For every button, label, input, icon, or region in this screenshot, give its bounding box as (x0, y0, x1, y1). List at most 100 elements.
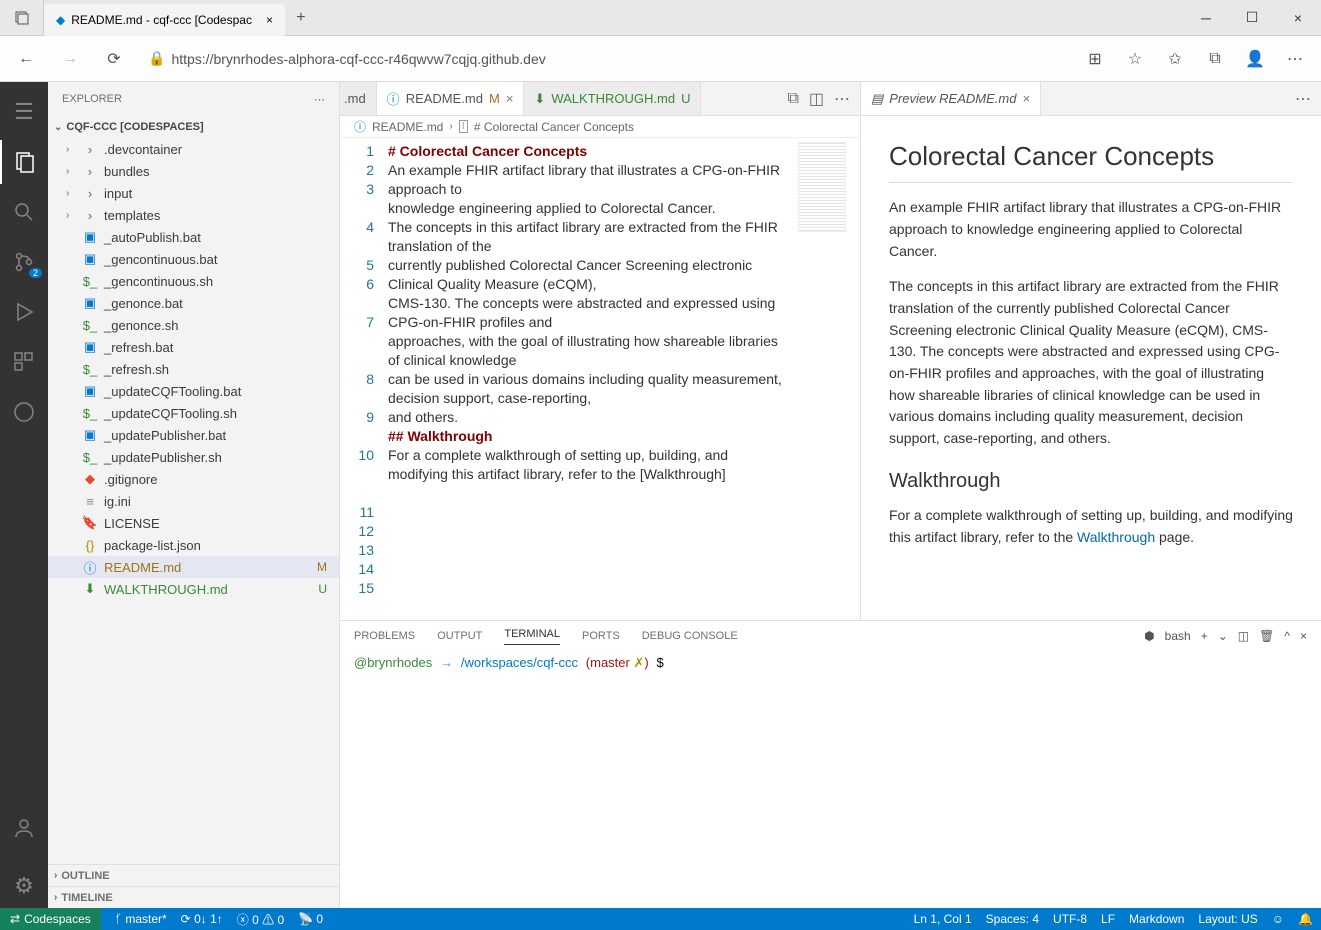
extensions-icon[interactable]: ⊞ (1077, 41, 1113, 77)
close-tab-button[interactable]: × (266, 13, 273, 27)
code-content[interactable]: # Colorectal Cancer ConceptsAn example F… (388, 138, 860, 620)
open-preview-icon[interactable]: ⧉ (787, 90, 798, 108)
close-icon[interactable]: × (1022, 91, 1030, 106)
cursor-position[interactable]: Ln 1, Col 1 (914, 912, 972, 926)
maximize-panel-icon[interactable]: ^ (1284, 629, 1290, 643)
file-bundles[interactable]: ››bundles (48, 160, 339, 182)
file-README.md[interactable]: ⓘREADME.mdM (48, 556, 339, 578)
kill-terminal-icon[interactable]: 🗑 (1259, 629, 1274, 643)
tab-actions-button[interactable] (0, 0, 44, 36)
back-button[interactable]: ← (8, 41, 44, 77)
markdown-preview[interactable]: Colorectal Cancer Concepts An example FH… (861, 116, 1321, 620)
encoding-status[interactable]: UTF-8 (1053, 912, 1087, 926)
menu-icon[interactable]: ☰ (0, 90, 48, 134)
menu-icon[interactable]: ⋯ (1277, 41, 1313, 77)
explorer-icon[interactable] (0, 140, 48, 184)
settings-gear-icon[interactable]: ⚙ (0, 864, 48, 908)
minimize-button[interactable]: ─ (1183, 0, 1229, 36)
walkthrough-link[interactable]: Walkthrough (1077, 529, 1155, 545)
explorer-more-icon[interactable]: ⋯ (314, 93, 325, 106)
file-package-list.json[interactable]: {}package-list.json (48, 534, 339, 556)
text-editor[interactable]: 123456789101112131415 # Colorectal Cance… (340, 138, 860, 620)
editor-group-1: .md ⓘ README.md M × ⬇ WALKTHROUGH.md U (340, 82, 861, 620)
file-_gencontinuous.bat[interactable]: ▣_gencontinuous.bat (48, 248, 339, 270)
browser-tab[interactable]: ◆ README.md - cqf-ccc [Codespac × (44, 4, 285, 36)
tab-hidden[interactable]: .md (340, 82, 377, 115)
tab-preview[interactable]: ▤ Preview README.md × (861, 82, 1041, 115)
file-_refresh.bat[interactable]: ▣_refresh.bat (48, 336, 339, 358)
file-_updatePublisher.sh[interactable]: $__updatePublisher.sh (48, 446, 339, 468)
workspace-name: CQF-CCC [CODESPACES] (66, 121, 203, 133)
address-bar[interactable]: 🔒 https://brynrhodes-alphora-cqf-ccc-r46… (140, 43, 1069, 75)
file-_genonce.bat[interactable]: ▣_genonce.bat (48, 292, 339, 314)
file-templates[interactable]: ››templates (48, 204, 339, 226)
extensions-icon[interactable] (0, 340, 48, 384)
profile-icon[interactable]: 👤 (1237, 41, 1273, 77)
ports-status[interactable]: 📡 0 (298, 912, 323, 926)
source-control-icon[interactable]: 2 (0, 240, 48, 284)
search-icon[interactable] (0, 190, 48, 234)
file-_updatePublisher.bat[interactable]: ▣_updatePublisher.bat (48, 424, 339, 446)
file-.devcontainer[interactable]: ››.devcontainer (48, 138, 339, 160)
browser-toolbar: ← → ⟳ 🔒 https://brynrhodes-alphora-cqf-c… (0, 36, 1321, 82)
new-tab-button[interactable]: + (285, 9, 317, 27)
eol-status[interactable]: LF (1101, 912, 1115, 926)
accounts-icon[interactable] (0, 806, 48, 850)
favorite-icon[interactable]: ☆ (1117, 41, 1153, 77)
refresh-button[interactable]: ⟳ (96, 41, 132, 77)
file-WALKTHROUGH.md[interactable]: ⬇WALKTHROUGH.mdU (48, 578, 339, 600)
run-debug-icon[interactable] (0, 290, 48, 334)
file-_updateCQFTooling.bat[interactable]: ▣_updateCQFTooling.bat (48, 380, 339, 402)
editor-tabs: .md ⓘ README.md M × ⬇ WALKTHROUGH.md U (340, 82, 860, 116)
file-_autoPublish.bat[interactable]: ▣_autoPublish.bat (48, 226, 339, 248)
file-_updateCQFTooling.sh[interactable]: $__updateCQFTooling.sh (48, 402, 339, 424)
file-input[interactable]: ››input (48, 182, 339, 204)
indentation-status[interactable]: Spaces: 4 (986, 912, 1039, 926)
github-icon[interactable] (0, 390, 48, 434)
workspace-header[interactable]: ⌄ CQF-CCC [CODESPACES] (48, 116, 339, 138)
maximize-button[interactable]: ☐ (1229, 0, 1275, 36)
panel-tab-output[interactable]: OUTPUT (437, 630, 482, 642)
panel-tab-debugconsole[interactable]: DEBUG CONSOLE (642, 630, 738, 642)
panel-tab-terminal[interactable]: TERMINAL (504, 628, 560, 645)
more-icon[interactable]: ⋯ (1295, 89, 1311, 109)
minimap[interactable] (798, 142, 846, 232)
file-_gencontinuous.sh[interactable]: $__gencontinuous.sh (48, 270, 339, 292)
favorites-bar-icon[interactable]: ✩ (1157, 41, 1193, 77)
layout-status[interactable]: Layout: US (1198, 912, 1257, 926)
terminal-body[interactable]: @brynrhodes → /workspaces/cqf-ccc (maste… (340, 651, 1321, 908)
notifications-icon[interactable]: 🔔 (1298, 912, 1313, 926)
chevron-right-icon: › (54, 892, 57, 903)
close-panel-icon[interactable]: × (1300, 629, 1307, 643)
forward-button[interactable]: → (52, 41, 88, 77)
explorer-title: EXPLORER (62, 93, 122, 105)
split-editor-icon[interactable]: ◫ (809, 89, 824, 109)
terminal-dropdown-icon[interactable]: ⌄ (1218, 629, 1228, 643)
breadcrumb[interactable]: ⓘ README.md › ⁝ # Colorectal Cancer Conc… (340, 116, 860, 138)
preview-icon: ▤ (871, 91, 883, 107)
remote-indicator[interactable]: ⇄ Codespaces (0, 908, 101, 930)
close-window-button[interactable]: × (1275, 0, 1321, 36)
collections-icon[interactable]: ⧉ (1197, 41, 1233, 77)
timeline-section[interactable]: › TIMELINE (48, 886, 339, 908)
file-.gitignore[interactable]: ◆.gitignore (48, 468, 339, 490)
panel-tab-problems[interactable]: PROBLEMS (354, 630, 415, 642)
file-LICENSE[interactable]: 🔖LICENSE (48, 512, 339, 534)
sync-status[interactable]: ⟳ 0↓ 1↑ (181, 912, 223, 926)
branch-status[interactable]: ᚶ master* (115, 912, 167, 926)
file-_genonce.sh[interactable]: $__genonce.sh (48, 314, 339, 336)
tab-readme[interactable]: ⓘ README.md M × (377, 82, 525, 115)
terminal-shell-name[interactable]: bash (1165, 629, 1191, 643)
file-_refresh.sh[interactable]: $__refresh.sh (48, 358, 339, 380)
new-terminal-icon[interactable]: + (1201, 629, 1208, 643)
file-ig.ini[interactable]: ≡ig.ini (48, 490, 339, 512)
close-icon[interactable]: × (506, 91, 514, 106)
feedback-icon[interactable]: ☺ (1272, 912, 1284, 926)
split-terminal-icon[interactable]: ◫ (1238, 629, 1249, 643)
panel-tab-ports[interactable]: PORTS (582, 630, 620, 642)
problems-status[interactable]: ⓧ 0 ⚠ 0 (237, 911, 284, 928)
tab-walkthrough[interactable]: ⬇ WALKTHROUGH.md U (524, 82, 701, 115)
more-icon[interactable]: ⋯ (834, 89, 850, 109)
language-status[interactable]: Markdown (1129, 912, 1184, 926)
outline-section[interactable]: › OUTLINE (48, 864, 339, 886)
